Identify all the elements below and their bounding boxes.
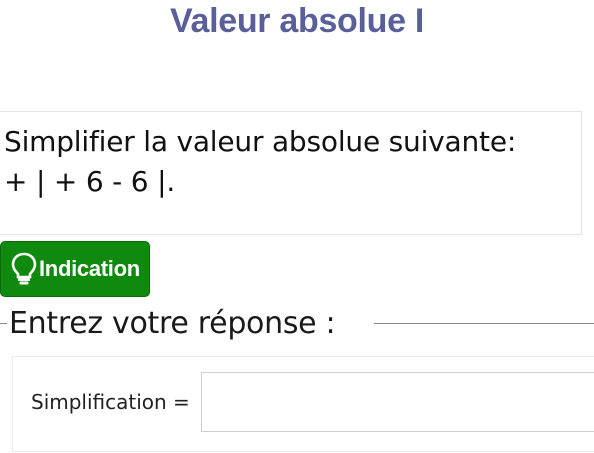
question-box: Simplifier la valeur absolue suivante: +…: [0, 111, 582, 235]
question-instruction: Simplifier la valeur absolue suivante:: [4, 125, 517, 158]
exercise-page: Valeur absolue I Simplifier la valeur ab…: [0, 0, 594, 453]
page-title: Valeur absolue I: [169, 2, 425, 40]
simplification-input[interactable]: [201, 372, 594, 432]
fieldset-border-left: [0, 323, 7, 324]
answer-legend: Entrez votre réponse :: [9, 306, 336, 341]
answer-fieldset: Entrez votre réponse : Simplification =: [0, 306, 594, 453]
simplification-label: Simplification =: [31, 390, 190, 414]
hint-button-label: Indication: [39, 256, 140, 281]
fieldset-border-right: [374, 323, 594, 324]
hint-button[interactable]: Indication: [0, 241, 150, 297]
answer-panel: Simplification =: [12, 356, 594, 452]
question-text: Simplifier la valeur absolue suivante: +…: [4, 122, 516, 202]
question-expression: + | + 6 - 6 |.: [4, 165, 176, 198]
lightbulb-icon: [11, 252, 37, 286]
